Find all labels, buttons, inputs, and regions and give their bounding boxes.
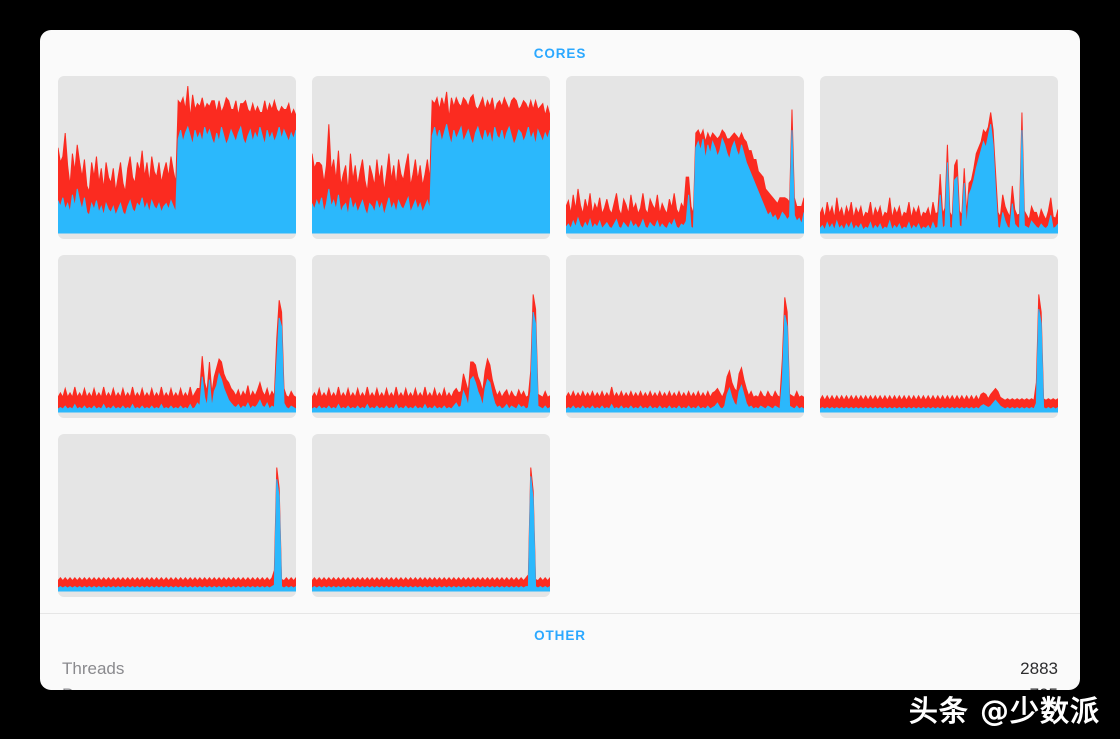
core-graph-2[interactable] <box>312 76 550 239</box>
core-sparkline-svg <box>312 91 550 234</box>
core-graph-10[interactable] <box>312 434 550 597</box>
core-graph-1[interactable] <box>58 76 296 239</box>
system-area <box>312 467 550 592</box>
other-section-title: OTHER <box>534 628 586 643</box>
core-sparkline-svg <box>58 300 296 413</box>
stat-label: Processes <box>62 682 141 690</box>
user-area <box>312 476 550 592</box>
stat-row: Threads 2883 <box>62 656 1058 682</box>
system-area <box>312 294 550 413</box>
user-area <box>58 479 296 592</box>
core-sparkline-svg <box>312 467 550 592</box>
core-graph-7[interactable] <box>566 255 804 418</box>
system-area <box>820 294 1058 413</box>
watermark: 头条 @少数派 <box>908 694 1100 728</box>
core-sparkline-svg <box>566 297 804 413</box>
core-sparkline-svg <box>566 109 804 234</box>
stat-value: 2883 <box>1020 659 1058 678</box>
other-stats-list: Threads2883Processes705 <box>62 656 1058 690</box>
core-sparkline-svg <box>58 467 296 592</box>
core-sparkline-svg <box>312 294 550 413</box>
other-section: OTHER Threads2883Processes705 <box>40 614 1080 690</box>
core-graph-9[interactable] <box>58 434 296 597</box>
system-area <box>58 300 296 413</box>
cores-section-title: CORES <box>533 46 587 61</box>
core-graph-3[interactable] <box>566 76 804 239</box>
cores-graph-grid <box>58 76 1062 597</box>
cpu-history-panel: CORES OTHER Threads2883Processes705 <box>40 30 1080 690</box>
core-graph-6[interactable] <box>312 255 550 418</box>
stat-label: Threads <box>62 659 125 678</box>
screen: CORES OTHER Threads2883Processes705 头条 @… <box>0 0 1120 739</box>
core-graph-5[interactable] <box>58 255 296 418</box>
system-area <box>58 467 296 592</box>
core-graph-8[interactable] <box>820 255 1058 418</box>
core-sparkline-svg <box>820 294 1058 413</box>
core-graph-4[interactable] <box>820 76 1058 239</box>
system-area <box>566 297 804 413</box>
core-sparkline-svg <box>58 85 296 234</box>
core-sparkline-svg <box>820 112 1058 234</box>
cores-section: CORES <box>40 30 1080 597</box>
